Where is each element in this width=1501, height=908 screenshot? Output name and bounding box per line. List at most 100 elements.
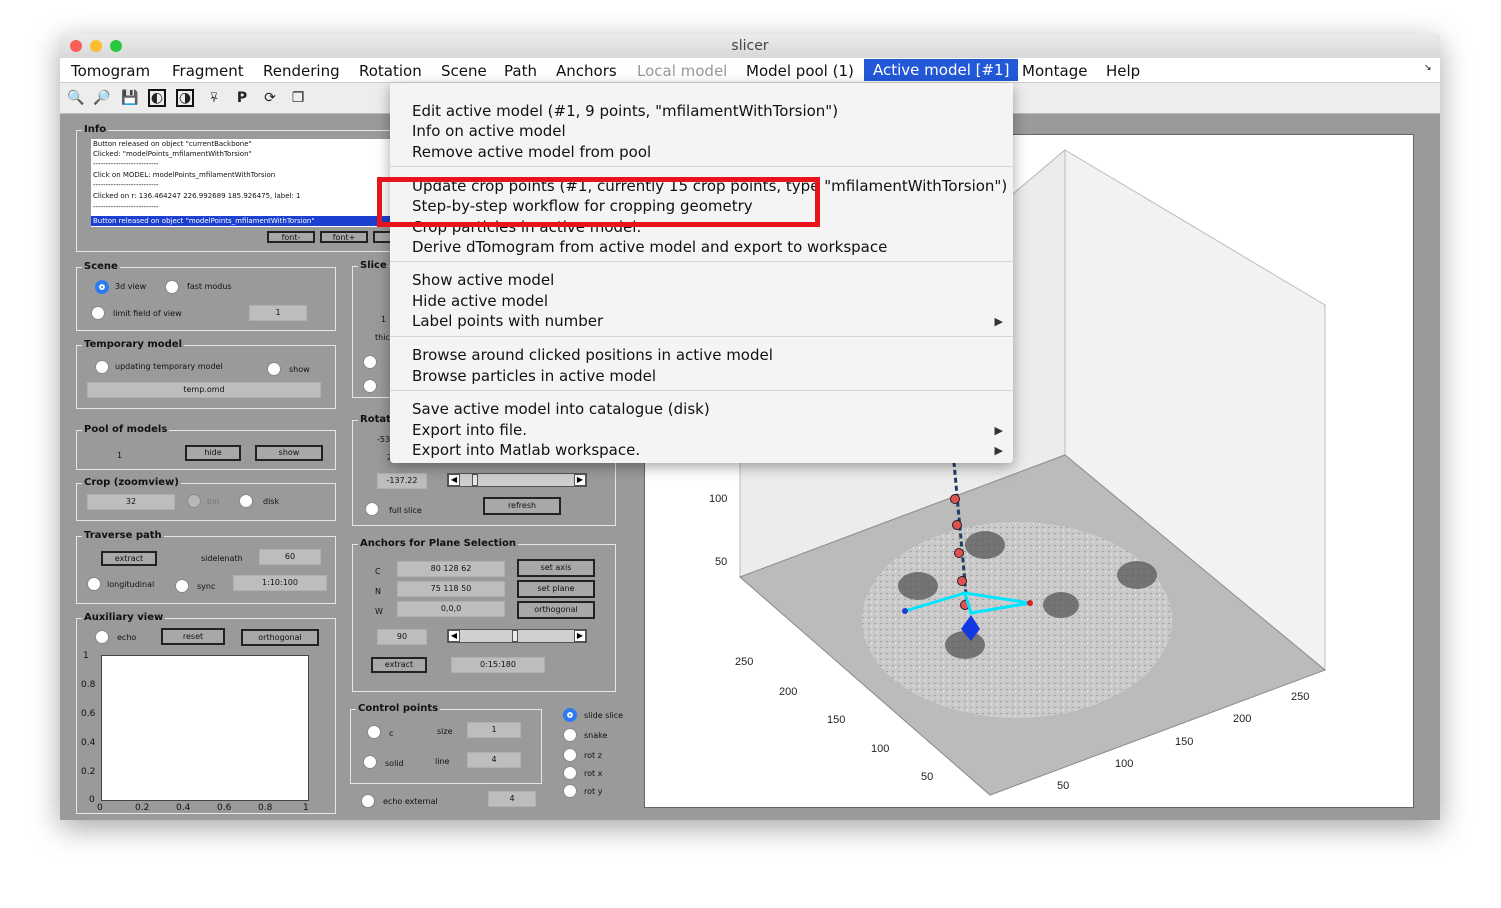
- scene-limit-field[interactable]: 1: [249, 305, 307, 321]
- menu-item-export-into-file[interactable]: Export into file.: [412, 420, 527, 440]
- aux-orthogonal-button[interactable]: orthogonal: [241, 629, 319, 646]
- font-increase-button[interactable]: font+: [320, 231, 368, 243]
- menu-item-edit-active-model[interactable]: Edit active model (#1, 9 points, "mfilam…: [412, 101, 838, 121]
- zoom-in-icon[interactable]: 🔍: [66, 88, 86, 108]
- anchor-n-field[interactable]: 75 118 50: [397, 581, 505, 597]
- cp-solid-radio[interactable]: [363, 755, 377, 769]
- menu-item-save-active-model[interactable]: Save active model into catalogue (disk): [412, 399, 710, 419]
- pulse-icon[interactable]: ⍫: [204, 88, 224, 108]
- menu-item-hide-active-model[interactable]: Hide active model: [412, 291, 548, 311]
- p-icon[interactable]: P: [232, 88, 252, 108]
- menu-item-browse-clicked-positions[interactable]: Browse around clicked positions in activ…: [412, 345, 773, 365]
- rotation-slider[interactable]: ◀ ▶: [447, 473, 587, 487]
- traverse-longitudinal-radio[interactable]: [87, 577, 101, 591]
- cp-c-radio[interactable]: [367, 725, 381, 739]
- anchor-slider[interactable]: ◀ ▶: [447, 629, 587, 643]
- zoom-out-icon[interactable]: 🔎: [92, 88, 112, 108]
- mode-snake-radio[interactable]: [563, 728, 577, 742]
- anchor-c-field[interactable]: 80 128 62: [397, 561, 505, 577]
- mode-rot-x-radio[interactable]: [563, 766, 577, 780]
- temporary-model-title: Temporary model: [82, 338, 184, 352]
- temp-file-field[interactable]: temp.omd: [87, 382, 321, 398]
- set-plane-button[interactable]: set plane: [517, 580, 595, 598]
- mode-rot-y-radio[interactable]: [563, 784, 577, 798]
- menu-model-pool[interactable]: Model pool (1): [746, 61, 854, 81]
- crop-value-field[interactable]: 32: [87, 494, 175, 510]
- menu-item-derive-dtomogram[interactable]: Derive dTomogram from active model and e…: [412, 237, 887, 257]
- pool-show-button[interactable]: show: [255, 445, 323, 461]
- aux-ytick: 0.8: [81, 680, 96, 690]
- menu-rendering[interactable]: Rendering: [263, 61, 340, 81]
- slider-right-arrow-icon[interactable]: ▶: [574, 630, 586, 642]
- menu-item-info-active-model[interactable]: Info on active model: [412, 121, 566, 141]
- control-points-panel: Control points c size 1 solid line 4: [350, 702, 542, 784]
- rotation-angle-field[interactable]: -137.22: [377, 473, 427, 489]
- echo-external-field[interactable]: 4: [488, 791, 536, 807]
- mode-rot-z-radio[interactable]: [563, 748, 577, 762]
- window-undock-icon[interactable]: ↘: [1424, 63, 1432, 73]
- mode-slide-slice-radio[interactable]: [563, 708, 577, 722]
- slider-left-arrow-icon[interactable]: ◀: [448, 630, 460, 642]
- refresh-button[interactable]: refresh: [483, 497, 561, 515]
- scene-3d-view-radio[interactable]: [95, 280, 109, 294]
- menu-item-export-matlab-workspace[interactable]: Export into Matlab workspace.: [412, 440, 640, 460]
- temp-show-radio[interactable]: [267, 362, 281, 376]
- full-slice-radio[interactable]: [365, 502, 379, 516]
- anchors-panel: Anchors for Plane Selection C 80 128 62 …: [352, 537, 616, 692]
- scene-limit-radio[interactable]: [91, 306, 105, 320]
- z-tick: 50: [715, 556, 727, 568]
- slice-option-radio-2[interactable]: [363, 379, 377, 393]
- menu-fragment[interactable]: Fragment: [172, 61, 244, 81]
- menu-anchors[interactable]: Anchors: [556, 61, 617, 81]
- cp-line-field[interactable]: 4: [467, 752, 521, 768]
- right-axis-tick: 50: [1057, 780, 1069, 792]
- mode-slide-slice-label: slide slice: [584, 711, 624, 720]
- set-axis-button[interactable]: set axis: [517, 559, 595, 577]
- slider-left-arrow-icon[interactable]: ◀: [448, 474, 460, 486]
- menu-item-remove-active-model[interactable]: Remove active model from pool: [412, 142, 651, 162]
- echo-external-radio[interactable]: [361, 794, 375, 808]
- pool-hide-button[interactable]: hide: [185, 445, 241, 461]
- aux-reset-button[interactable]: reset: [161, 628, 225, 645]
- font-decrease-button[interactable]: font-: [267, 231, 315, 243]
- anchor-range-field[interactable]: 0:15:180: [451, 657, 545, 673]
- menu-tomogram[interactable]: Tomogram: [71, 61, 150, 81]
- copy-icon[interactable]: ❐: [288, 88, 308, 108]
- scene-fast-radio[interactable]: [165, 280, 179, 294]
- traverse-sync-radio[interactable]: [175, 579, 189, 593]
- aux-echo-radio[interactable]: [95, 630, 109, 644]
- traverse-range-field[interactable]: 1:10:100: [233, 575, 327, 591]
- crop-bin-radio[interactable]: [187, 494, 201, 508]
- slider-right-arrow-icon[interactable]: ▶: [574, 474, 586, 486]
- save-icon[interactable]: 💾: [120, 88, 140, 108]
- menu-scene[interactable]: Scene: [441, 61, 487, 81]
- anchor-extract-button[interactable]: extract: [371, 657, 427, 673]
- contrast-icon[interactable]: ◐: [148, 89, 166, 107]
- crop-disk-radio[interactable]: [239, 494, 253, 508]
- menu-active-model[interactable]: Active model [#1]: [864, 59, 1019, 81]
- rotate-icon[interactable]: ⟳: [260, 88, 280, 108]
- mode-snake-label: snake: [584, 731, 608, 740]
- menu-item-show-active-model[interactable]: Show active model: [412, 270, 554, 290]
- anchor-angle-field[interactable]: 90: [377, 629, 427, 645]
- contrast-alt-icon[interactable]: ◑: [176, 89, 194, 107]
- temp-updating-label: updating temporary model: [115, 362, 223, 371]
- menu-path[interactable]: Path: [504, 61, 537, 81]
- anchor-w-field[interactable]: 0,0,0: [397, 601, 505, 617]
- menu-local-model[interactable]: Local model: [637, 61, 727, 81]
- traverse-extract-button[interactable]: extract: [101, 551, 157, 566]
- menu-help[interactable]: Help: [1106, 61, 1140, 81]
- info-log[interactable]: Button released on object "currentBackbo…: [91, 139, 393, 227]
- slider-thumb[interactable]: [512, 630, 518, 642]
- traverse-sidelength-field[interactable]: 60: [259, 549, 321, 565]
- menu-item-label-points[interactable]: Label points with number: [412, 311, 603, 331]
- anchors-orthogonal-button[interactable]: orthogonal: [517, 601, 595, 619]
- menu-rotation[interactable]: Rotation: [359, 61, 422, 81]
- slider-thumb[interactable]: [472, 474, 478, 486]
- menu-montage[interactable]: Montage: [1022, 61, 1087, 81]
- slice-option-radio-1[interactable]: [363, 355, 377, 369]
- aux-plot-area[interactable]: [101, 655, 309, 801]
- cp-size-field[interactable]: 1: [467, 722, 521, 738]
- temp-updating-radio[interactable]: [95, 360, 109, 374]
- menu-item-browse-particles[interactable]: Browse particles in active model: [412, 366, 656, 386]
